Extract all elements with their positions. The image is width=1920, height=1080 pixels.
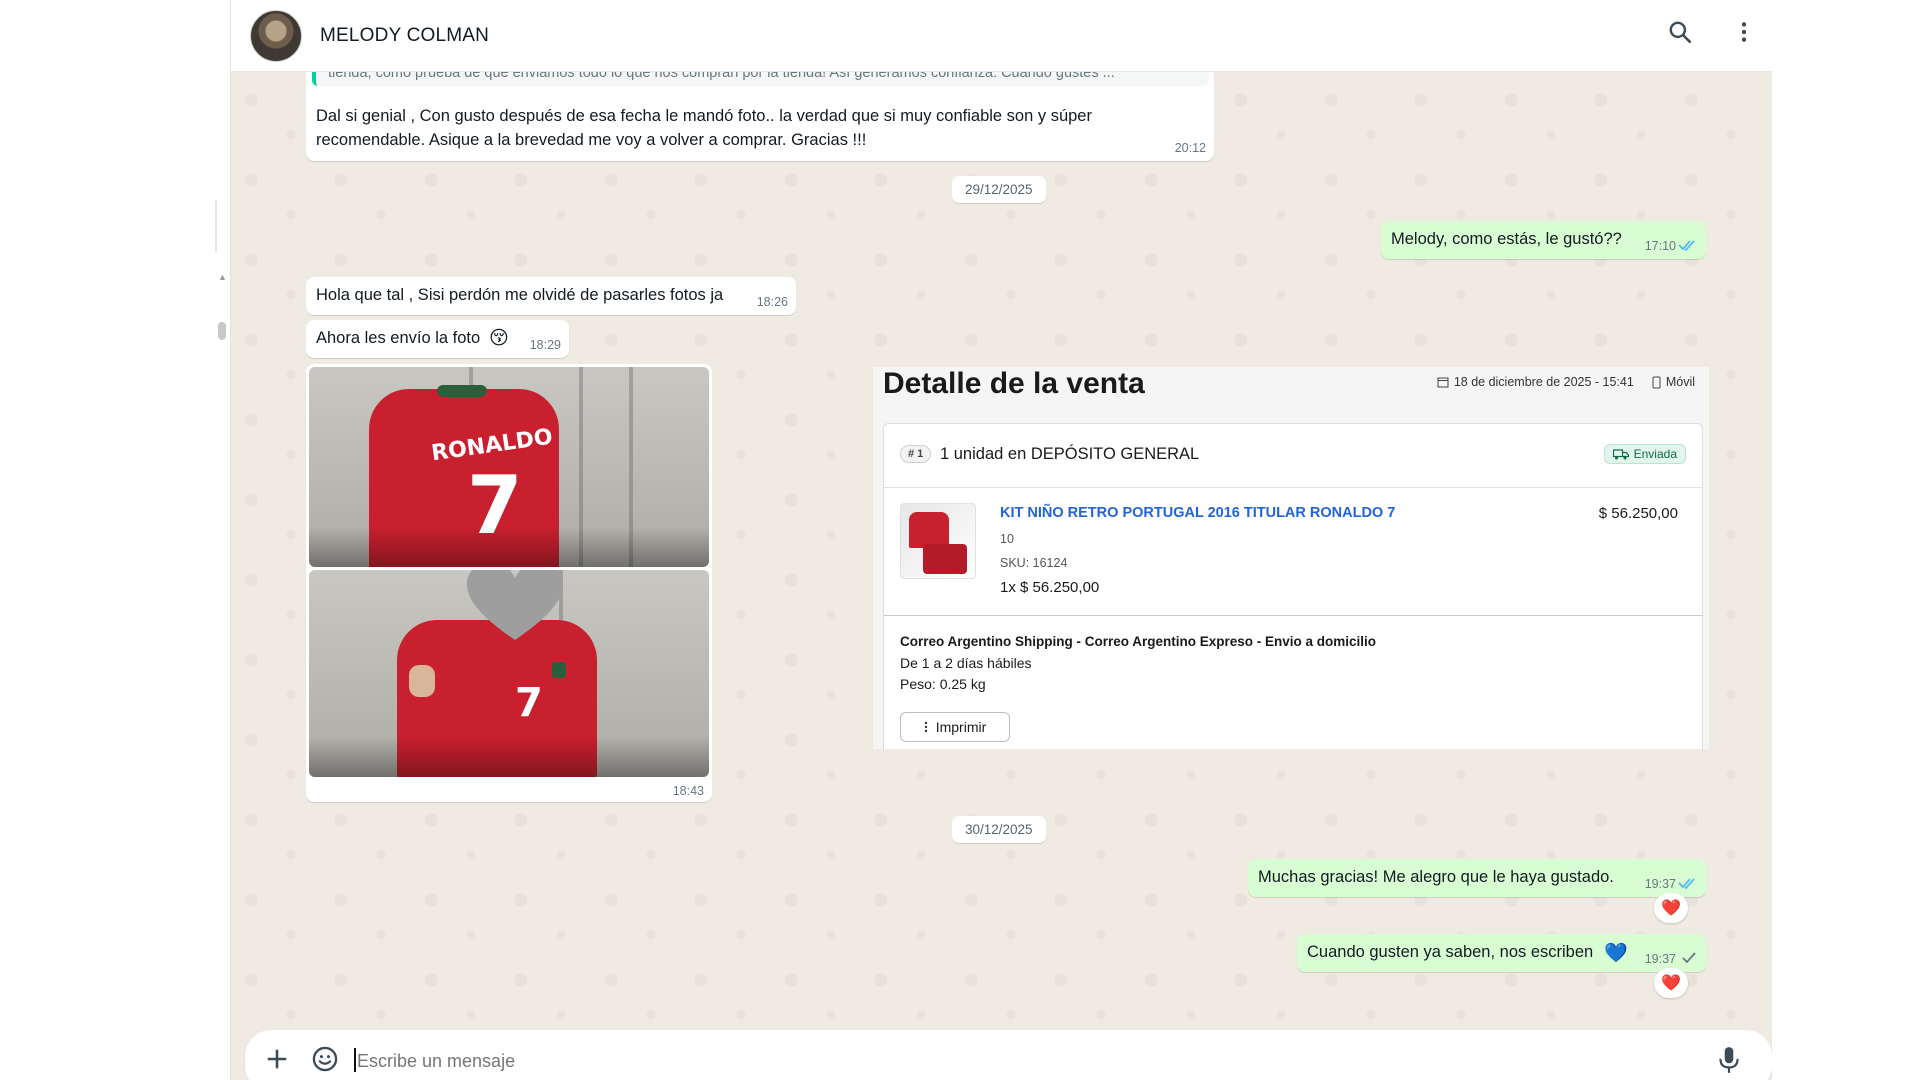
kissing-face-emoji: 😚 (489, 328, 509, 349)
message-text: Muchas gracias! Me alegro que le haya gu… (1258, 868, 1614, 886)
product-size: 10 (1000, 532, 1014, 546)
panel-divider (215, 200, 217, 252)
message-incoming[interactable]: Ahora les envío la foto 😚 18:29 (306, 320, 569, 358)
microphone-icon[interactable] (1716, 1045, 1742, 1080)
message-incoming[interactable]: Hola que tal , Sisi perdón me olvidé de … (306, 277, 796, 315)
sale-date: 18 de diciembre de 2025 - 15:41 (1453, 375, 1634, 389)
product-price: $ 56.250,00 (1598, 505, 1678, 522)
kebab-menu-icon[interactable] (1726, 14, 1762, 50)
message-time: 17:10 (1644, 239, 1676, 253)
scrollbar-thumb[interactable] (218, 322, 226, 340)
message-text: Ahora les envío la foto (316, 329, 481, 347)
sale-detail-image[interactable]: Detalle de la venta 18 de diciembre de 2… (873, 367, 1709, 749)
attach-plus-icon[interactable] (263, 1045, 291, 1078)
sent-check-icon (1682, 952, 1696, 964)
truck-icon (1612, 448, 1629, 459)
print-button[interactable]: Imprimir (900, 712, 1010, 742)
message-time: 19:37 (1644, 877, 1676, 891)
chat-window: MELODY COLMAN tienda, como prueba de que… (230, 0, 1772, 1080)
mobile-icon (1652, 376, 1661, 388)
message-outgoing[interactable]: Cuando gusten ya saben, nos escriben 💙 1… (1297, 934, 1706, 972)
read-receipt-icon (1678, 878, 1695, 890)
date-separator: 30/12/2025 (952, 816, 1046, 843)
right-margin (1771, 0, 1920, 1080)
chat-header[interactable]: MELODY COLMAN (231, 0, 1772, 72)
message-outgoing[interactable]: Muchas gracias! Me alegro que le haya gu… (1248, 859, 1706, 897)
photo-album-message[interactable]: RONALDO 7 7 18:43 (306, 364, 712, 802)
message-text: Melody, como estás, le gustó?? (1391, 230, 1622, 248)
shipping-weight: Peso: 0.25 kg (900, 676, 986, 692)
status-badge: Enviada (1603, 444, 1686, 464)
contact-name[interactable]: MELODY COLMAN (320, 25, 489, 47)
privacy-heart-icon (467, 570, 563, 640)
blue-heart-emoji: 💙 (1604, 943, 1628, 964)
message-text: recomendable. Asique a la brevedad me vo… (316, 131, 867, 149)
message-outgoing[interactable]: Melody, como estás, le gustó?? 17:10 (1381, 221, 1706, 259)
message-input[interactable] (355, 1050, 1659, 1073)
shipping-days: De 1 a 2 días hábiles (900, 655, 1032, 671)
message-time: 18:26 (756, 295, 788, 309)
heart-reaction[interactable]: ❤️ (1654, 968, 1688, 998)
product-qty-price: 1x $ 56.250,00 (1000, 579, 1100, 596)
date-separator: 29/12/2025 (952, 176, 1046, 203)
product-sku: SKU: 16124 (1000, 556, 1068, 570)
sale-channel: Móvil (1665, 375, 1695, 389)
item-index-badge: # 1 (900, 445, 932, 463)
message-text: Dal si genial , Con gusto después de esa… (316, 107, 1092, 125)
message-time: 18:29 (529, 338, 561, 352)
message-time: 18:43 (672, 784, 704, 798)
scroll-up-arrow-icon[interactable]: ▲ (218, 272, 227, 282)
product-link[interactable]: KIT NIÑO RETRO PORTUGAL 2016 TITULAR RON… (1000, 505, 1395, 521)
avatar[interactable] (250, 9, 302, 62)
left-panel-edge: ▲ (0, 0, 230, 1080)
product-thumbnail[interactable] (900, 503, 976, 579)
heart-reaction[interactable]: ❤️ (1654, 893, 1688, 923)
photo-back-jersey[interactable]: RONALDO 7 (309, 367, 709, 567)
unit-text: 1 unidad en DEPÓSITO GENERAL (940, 445, 1200, 463)
search-icon[interactable] (1662, 14, 1698, 50)
emoji-sticker-icon[interactable] (311, 1045, 339, 1078)
photo-front-jersey[interactable]: 7 (309, 570, 709, 777)
calendar-icon (1437, 377, 1449, 388)
shipping-title: Correo Argentino Shipping - Correo Argen… (900, 634, 1377, 649)
read-receipt-icon (1678, 240, 1695, 252)
message-composer (245, 1030, 1772, 1080)
message-text: Cuando gusten ya saben, nos escriben (1307, 943, 1594, 961)
kebab-icon (924, 721, 927, 733)
message-time: 19:37 (1644, 952, 1676, 966)
sale-title: Detalle de la venta (883, 367, 1145, 400)
sale-card: # 1 1 unidad en DEPÓSITO GENERAL Enviada… (883, 423, 1703, 749)
message-incoming[interactable]: tienda, como prueba de que enviamos todo… (306, 60, 1214, 161)
message-time: 20:12 (1174, 141, 1206, 155)
message-text: Hola que tal , Sisi perdón me olvidé de … (316, 286, 724, 304)
